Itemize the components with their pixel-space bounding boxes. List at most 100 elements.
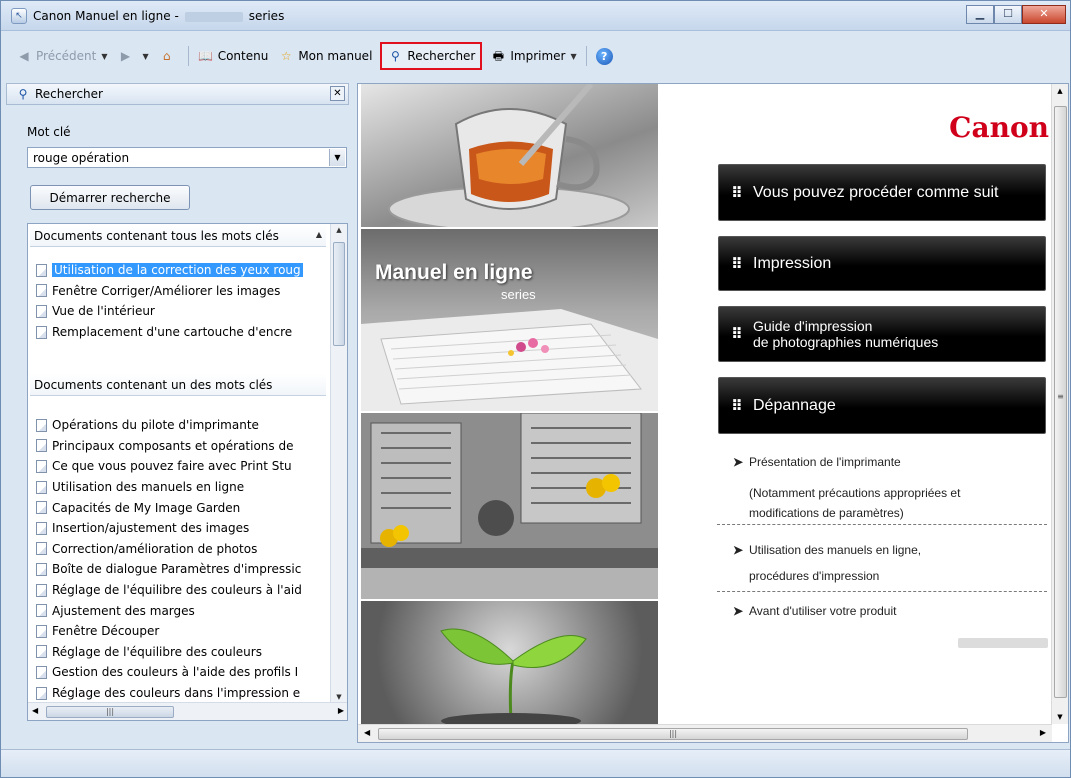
menu-you-can-do[interactable]: ⠿ Vous pouvez procéder comme suit	[718, 164, 1046, 221]
cover-photo-strip: Manuel en ligne series	[361, 84, 658, 724]
back-button[interactable]: ◀ Précédent ▼	[11, 44, 113, 68]
window-title-prefix: Canon Manuel en ligne -	[33, 9, 179, 23]
manual-cover-photo: Manuel en ligne series	[361, 229, 658, 411]
scroll-right-icon[interactable]: ▶	[1040, 728, 1046, 737]
help-button[interactable]: ?	[591, 44, 618, 68]
scroll-thumb[interactable]: |||	[46, 706, 174, 718]
search-results-list[interactable]: Documents contenant tous les mots clés ▲…	[27, 223, 348, 721]
results-horizontal-scrollbar[interactable]: ◀ ||| ▶	[28, 702, 347, 720]
scroll-thumb[interactable]	[333, 242, 345, 346]
list-item[interactable]: Fenêtre Découper	[36, 621, 328, 642]
app-window: ↖ Canon Manuel en ligne - series ▁ ☐ ✕ ◀ …	[0, 0, 1071, 778]
list-item[interactable]: Principaux composants et opérations de	[36, 436, 328, 457]
minimize-button[interactable]: ▁	[966, 5, 994, 24]
list-item[interactable]: Remplacement d'une cartouche d'encre	[36, 322, 328, 343]
search-button[interactable]: ⚲ Rechercher	[380, 42, 483, 70]
collapse-icon[interactable]: ▲	[316, 230, 322, 239]
scroll-right-icon[interactable]: ▶	[338, 706, 344, 715]
document-icon	[36, 604, 47, 618]
list-item[interactable]: Vue de l'intérieur	[36, 301, 328, 322]
list-item[interactable]: Capacités de My Image Garden	[36, 497, 328, 518]
keyword-value: rouge opération	[33, 150, 130, 165]
link-printer-overview[interactable]: ➤ Présentation de l'imprimante	[733, 455, 901, 469]
document-icon	[36, 304, 47, 318]
scroll-left-icon[interactable]: ◀	[32, 706, 38, 715]
link-label: Utilisation des manuels en ligne,	[749, 543, 922, 557]
scroll-up-icon[interactable]: ▲	[1052, 87, 1068, 95]
list-item[interactable]: Réglage des couleurs dans l'impression e	[36, 683, 328, 704]
start-search-label: Démarrer recherche	[49, 190, 171, 205]
menu-label: Dépannage	[753, 396, 836, 414]
scroll-down-icon[interactable]: ▼	[1052, 713, 1068, 721]
menu-printing[interactable]: ⠿ Impression	[718, 236, 1046, 291]
print-button[interactable]: 🖶 Imprimer ▼	[485, 44, 581, 68]
document-icon	[36, 325, 47, 339]
document-icon	[36, 542, 47, 556]
list-item[interactable]: Correction/amélioration de photos	[36, 539, 328, 560]
link-before-using[interactable]: ➤ Avant d'utiliser votre produit	[733, 604, 896, 618]
green-sprout-photo	[361, 601, 658, 724]
menu-troubleshooting[interactable]: ⠿ Dépannage	[718, 377, 1046, 434]
menu-label: Guide d'impression de photographies numé…	[753, 318, 938, 350]
my-manual-button[interactable]: ☆ Mon manuel	[273, 44, 377, 68]
list-item[interactable]: Opérations du pilote d'imprimante	[36, 415, 328, 436]
scroll-down-icon[interactable]: ▼	[331, 693, 347, 701]
link-using-online-manuals[interactable]: ➤ Utilisation des manuels en ligne,	[733, 543, 921, 557]
results-vertical-scrollbar[interactable]: ▲ ▼	[330, 224, 347, 703]
maximize-button[interactable]: ☐	[994, 5, 1022, 24]
chevron-down-icon[interactable]: ▼	[329, 149, 345, 166]
any-keyword-header[interactable]: Documents contenant un des mots clés	[30, 374, 326, 396]
forward-button[interactable]: ▶ ▼	[113, 44, 154, 68]
keyword-combobox[interactable]: rouge opération ▼	[27, 147, 347, 168]
status-bar	[1, 749, 1070, 777]
divider	[717, 524, 1047, 525]
close-window-button[interactable]: ✕	[1022, 5, 1066, 24]
menu-photo-printing-guide[interactable]: ⠿ Guide d'impression de photographies nu…	[718, 306, 1046, 362]
menu-label-line-1: Guide d'impression	[753, 318, 873, 334]
forward-dropdown-icon[interactable]: ▼	[143, 52, 149, 61]
menu-label: Impression	[753, 254, 832, 272]
list-item-label: Réglage de l'équilibre des couleurs	[52, 644, 262, 659]
list-item[interactable]: Utilisation des manuels en ligne	[36, 477, 328, 498]
link-label-line-2[interactable]: procédures d'impression	[749, 569, 879, 583]
content-vertical-scrollbar[interactable]: ▲ ≡ ▼	[1051, 84, 1068, 724]
start-search-button[interactable]: Démarrer recherche	[30, 185, 190, 210]
list-item[interactable]: Utilisation de la correction des yeux ro…	[36, 260, 328, 281]
home-button[interactable]: ⌂	[154, 44, 184, 68]
canon-logo: Canon	[949, 111, 1049, 144]
all-keywords-header[interactable]: Documents contenant tous les mots clés ▲	[30, 225, 326, 247]
scroll-thumb[interactable]: |||	[378, 728, 968, 740]
search-icon: ⚲	[18, 87, 28, 101]
arrow-right-icon: ➤	[733, 543, 744, 557]
title-bar: ↖ Canon Manuel en ligne - series ▁ ☐ ✕	[1, 1, 1070, 31]
document-icon	[36, 418, 47, 432]
list-item[interactable]: Ce que vous pouvez faire avec Print Stu	[36, 456, 328, 477]
print-dropdown-icon[interactable]: ▼	[571, 52, 577, 61]
document-icon	[36, 439, 47, 453]
search-label: Rechercher	[407, 49, 476, 63]
scroll-left-icon[interactable]: ◀	[364, 728, 370, 737]
contents-button[interactable]: 📖 Contenu	[193, 44, 274, 68]
list-item[interactable]: Insertion/ajustement des images	[36, 518, 328, 539]
scroll-up-icon[interactable]: ▲	[331, 226, 347, 234]
document-icon	[36, 624, 47, 638]
list-item[interactable]: Gestion des couleurs à l'aide des profil…	[36, 662, 328, 683]
scroll-thumb[interactable]: ≡	[1054, 106, 1067, 698]
home-icon: ⌂	[162, 49, 171, 63]
document-icon	[36, 686, 47, 700]
list-item[interactable]: Réglage de l'équilibre des couleurs	[36, 642, 328, 663]
list-item-label: Ajustement des marges	[52, 603, 195, 618]
printer-icon: 🖶	[492, 49, 505, 63]
list-item[interactable]: Ajustement des marges	[36, 600, 328, 621]
list-item[interactable]: Boîte de dialogue Paramètres d'impressic	[36, 559, 328, 580]
list-item[interactable]: Fenêtre Corriger/Améliorer les images	[36, 281, 328, 302]
content-horizontal-scrollbar[interactable]: ◀ ||| ▶	[358, 724, 1052, 742]
list-item-label: Utilisation des manuels en ligne	[52, 480, 245, 495]
close-pane-icon[interactable]: ✕	[330, 86, 345, 101]
back-dropdown-icon[interactable]: ▼	[101, 52, 107, 61]
document-icon	[36, 501, 47, 515]
grid-dots-icon: ⠿	[731, 254, 743, 273]
list-item-label: Réglage des couleurs dans l'impression e	[52, 686, 301, 701]
list-item[interactable]: Réglage de l'équilibre des couleurs à l'…	[36, 580, 328, 601]
search-pane-header: ⚲ Rechercher ✕	[6, 83, 349, 105]
